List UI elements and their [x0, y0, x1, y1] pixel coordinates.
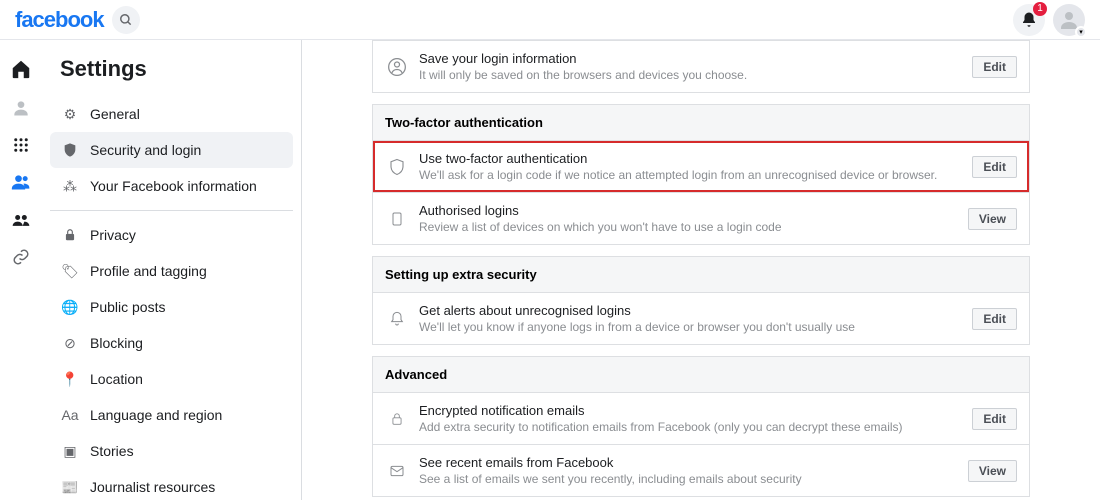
sidebar-item-general[interactable]: ⚙ General [50, 96, 293, 132]
row-title: Encrypted notification emails [419, 403, 972, 418]
sidebar-label: Profile and tagging [90, 263, 207, 279]
edit-button[interactable]: Edit [972, 56, 1017, 78]
sidebar-item-blocking[interactable]: ⊘ Blocking [50, 325, 293, 361]
groups-icon[interactable] [11, 210, 31, 230]
row-title: Save your login information [419, 51, 972, 66]
row-subtitle: It will only be saved on the browsers an… [419, 68, 972, 82]
section-advanced: Advanced [372, 356, 1030, 392]
sidebar-label: Security and login [90, 142, 201, 158]
main-content: Save your login information It will only… [302, 40, 1100, 500]
news-icon: 📰 [60, 477, 80, 497]
globe-icon: 🌐 [60, 297, 80, 317]
language-icon: Aa [60, 405, 80, 425]
shield-icon [385, 158, 409, 176]
row-text: Encrypted notification emails Add extra … [419, 403, 972, 434]
link-icon[interactable] [12, 248, 30, 266]
row-recent-emails[interactable]: See recent emails from Facebook See a li… [372, 444, 1030, 497]
sidebar-item-journalist[interactable]: 📰 Journalist resources [50, 469, 293, 500]
gear-icon: ⚙ [60, 104, 80, 124]
row-text: Use two-factor authentication We'll ask … [419, 151, 972, 182]
sidebar-label: Privacy [90, 227, 136, 243]
row-title: Use two-factor authentication [419, 151, 972, 166]
notifications-button[interactable]: 1 [1013, 4, 1045, 36]
row-save-login[interactable]: Save your login information It will only… [372, 40, 1030, 93]
top-left: facebook [15, 6, 140, 34]
row-use-twofa[interactable]: Use two-factor authentication We'll ask … [372, 140, 1030, 193]
section-extra-security: Setting up extra security [372, 256, 1030, 292]
person-circle-icon [385, 57, 409, 77]
left-rail [0, 40, 42, 500]
grid-icon[interactable] [12, 136, 30, 154]
chevron-down-icon: ▾ [1075, 26, 1087, 38]
edit-button[interactable]: Edit [972, 408, 1017, 430]
sidebar-label: Language and region [90, 407, 222, 423]
sidebar-label: Public posts [90, 299, 165, 315]
page-title: Settings [50, 52, 293, 96]
search-icon [119, 13, 133, 27]
separator [50, 210, 293, 211]
row-subtitle: We'll ask for a login code if we notice … [419, 168, 972, 182]
friends-icon[interactable] [11, 172, 31, 192]
view-button[interactable]: View [968, 208, 1017, 230]
row-alerts[interactable]: Get alerts about unrecognised logins We'… [372, 292, 1030, 345]
stories-icon: ▣ [60, 441, 80, 461]
sidebar-item-privacy[interactable]: Privacy [50, 217, 293, 253]
tag-icon: 🏷 [60, 261, 80, 281]
top-bar: facebook 1 ▾ [0, 0, 1100, 40]
block-icon: ⊘ [60, 333, 80, 353]
row-title: See recent emails from Facebook [419, 455, 968, 470]
sidebar-label: General [90, 106, 140, 122]
bell-icon [385, 311, 409, 327]
sidebar-label: Your Facebook information [90, 178, 257, 194]
row-text: Get alerts about unrecognised logins We'… [419, 303, 972, 334]
sidebar-item-security[interactable]: Security and login [50, 132, 293, 168]
home-icon[interactable] [10, 58, 32, 80]
mail-icon [385, 463, 409, 479]
shield-icon [60, 140, 80, 160]
sidebar-item-location[interactable]: 📍 Location [50, 361, 293, 397]
section-twofa: Two-factor authentication [372, 104, 1030, 140]
row-title: Get alerts about unrecognised logins [419, 303, 972, 318]
pin-icon: 📍 [60, 369, 80, 389]
info-icon: ⁂ [60, 176, 80, 196]
lock-icon [60, 225, 80, 245]
row-subtitle: We'll let you know if anyone logs in fro… [419, 320, 972, 334]
view-button[interactable]: View [968, 460, 1017, 482]
sidebar-item-public[interactable]: 🌐 Public posts [50, 289, 293, 325]
lock-icon [385, 412, 409, 426]
row-subtitle: See a list of emails we sent you recentl… [419, 472, 968, 486]
profile-icon[interactable] [11, 98, 31, 118]
edit-button[interactable]: Edit [972, 308, 1017, 330]
sidebar-label: Blocking [90, 335, 143, 351]
edit-button[interactable]: Edit [972, 156, 1017, 178]
row-authorised-logins[interactable]: Authorised logins Review a list of devic… [372, 192, 1030, 245]
sidebar-item-language[interactable]: Aa Language and region [50, 397, 293, 433]
row-encrypted-emails[interactable]: Encrypted notification emails Add extra … [372, 392, 1030, 445]
sidebar-item-profile[interactable]: 🏷 Profile and tagging [50, 253, 293, 289]
row-text: See recent emails from Facebook See a li… [419, 455, 968, 486]
footer-links: About Create ad Create Page Developers C… [372, 496, 1030, 500]
top-right: 1 ▾ [1013, 4, 1085, 36]
sidebar-item-stories[interactable]: ▣ Stories [50, 433, 293, 469]
notif-badge: 1 [1033, 2, 1047, 16]
account-avatar[interactable]: ▾ [1053, 4, 1085, 36]
row-subtitle: Review a list of devices on which you wo… [419, 220, 968, 234]
facebook-logo[interactable]: facebook [15, 7, 104, 33]
settings-sidebar: Settings ⚙ General Security and login ⁂ Yo… [42, 40, 302, 500]
row-subtitle: Add extra security to notification email… [419, 420, 972, 434]
sidebar-label: Stories [90, 443, 134, 459]
device-icon [385, 211, 409, 227]
row-text: Save your login information It will only… [419, 51, 972, 82]
sidebar-label: Journalist resources [90, 479, 215, 495]
row-title: Authorised logins [419, 203, 968, 218]
search-button[interactable] [112, 6, 140, 34]
sidebar-item-info[interactable]: ⁂ Your Facebook information [50, 168, 293, 204]
row-text: Authorised logins Review a list of devic… [419, 203, 968, 234]
sidebar-label: Location [90, 371, 143, 387]
